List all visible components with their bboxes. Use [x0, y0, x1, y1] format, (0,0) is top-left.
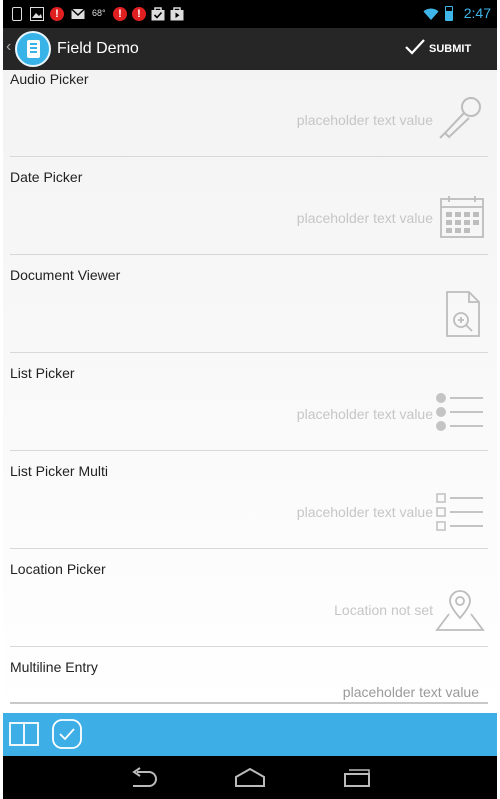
- field-list[interactable]: Audio Picker placeholder text value Date…: [3, 70, 497, 713]
- map-pin-icon[interactable]: [435, 590, 485, 632]
- field-value: placeholder text value: [296, 406, 433, 422]
- field-value: placeholder text value: [296, 112, 433, 128]
- book-icon[interactable]: [8, 718, 40, 750]
- checkmark-icon: [405, 39, 425, 55]
- field-list-picker[interactable]: List Picker placeholder text value: [3, 364, 497, 462]
- back-icon[interactable]: [129, 766, 159, 788]
- field-label: Location Picker: [10, 561, 106, 577]
- alert-icon: !: [132, 7, 146, 21]
- app-title: Field Demo: [57, 40, 139, 57]
- field-audio-picker[interactable]: Audio Picker placeholder text value: [3, 70, 497, 168]
- field-label: Audio Picker: [10, 71, 89, 87]
- bottom-toolbar: [3, 713, 497, 756]
- field-list-picker-multi[interactable]: List Picker Multi placeholder text value: [3, 462, 497, 560]
- clock: 2:47: [463, 5, 491, 21]
- app-logo-icon[interactable]: [15, 31, 51, 67]
- microphone-icon[interactable]: [437, 93, 485, 141]
- wifi-icon: [423, 8, 439, 20]
- app-frame: ! 68° ! ! 2:47 ‹ Field Demo SUBMIT Audio…: [0, 0, 500, 799]
- field-label: List Picker Multi: [10, 463, 109, 479]
- submit-button[interactable]: SUBMIT: [405, 38, 491, 60]
- alert-icon: !: [113, 7, 127, 21]
- status-bar: ! 68° ! ! 2:47: [3, 0, 497, 28]
- field-value: Location not set: [334, 602, 433, 618]
- notification-icon: [12, 7, 22, 21]
- divider: [10, 548, 488, 549]
- divider: [10, 254, 488, 255]
- field-value: placeholder text value: [296, 504, 433, 520]
- divider: [10, 156, 488, 157]
- field-label: Document Viewer: [10, 267, 121, 283]
- temperature-text: 68°: [92, 8, 106, 18]
- alert-icon: !: [50, 7, 64, 21]
- document-search-icon[interactable]: [441, 290, 485, 338]
- divider: [10, 352, 488, 353]
- gmail-icon: [71, 8, 85, 19]
- field-date-picker[interactable]: Date Picker placeholder text value: [3, 168, 497, 266]
- multiline-entry-input[interactable]: placeholder text value: [343, 684, 479, 700]
- divider: [10, 646, 488, 647]
- battery-icon: [445, 6, 453, 21]
- home-icon[interactable]: [234, 766, 266, 788]
- check-circle-icon[interactable]: [51, 718, 83, 750]
- input-underline: [10, 702, 488, 704]
- field-document-viewer[interactable]: Document Viewer: [3, 266, 497, 364]
- field-label: Multiline Entry: [10, 659, 98, 675]
- field-location-picker[interactable]: Location Picker Location not set: [3, 560, 497, 658]
- field-label: Date Picker: [10, 169, 83, 185]
- recents-icon[interactable]: [342, 766, 372, 788]
- field-label: List Picker: [10, 365, 75, 381]
- submit-label: SUBMIT: [429, 43, 472, 55]
- checklist-icon[interactable]: [435, 492, 485, 532]
- calendar-icon[interactable]: [439, 194, 485, 240]
- up-chevron-icon[interactable]: ‹: [6, 38, 11, 56]
- field-value: placeholder text value: [296, 210, 433, 226]
- divider: [10, 450, 488, 451]
- system-nav-bar: [3, 756, 497, 799]
- list-icon[interactable]: [435, 392, 485, 432]
- image-icon: [30, 7, 44, 21]
- play-store-icon: [170, 7, 184, 21]
- action-bar: ‹ Field Demo SUBMIT: [3, 28, 497, 70]
- bag-check-icon: [151, 7, 165, 21]
